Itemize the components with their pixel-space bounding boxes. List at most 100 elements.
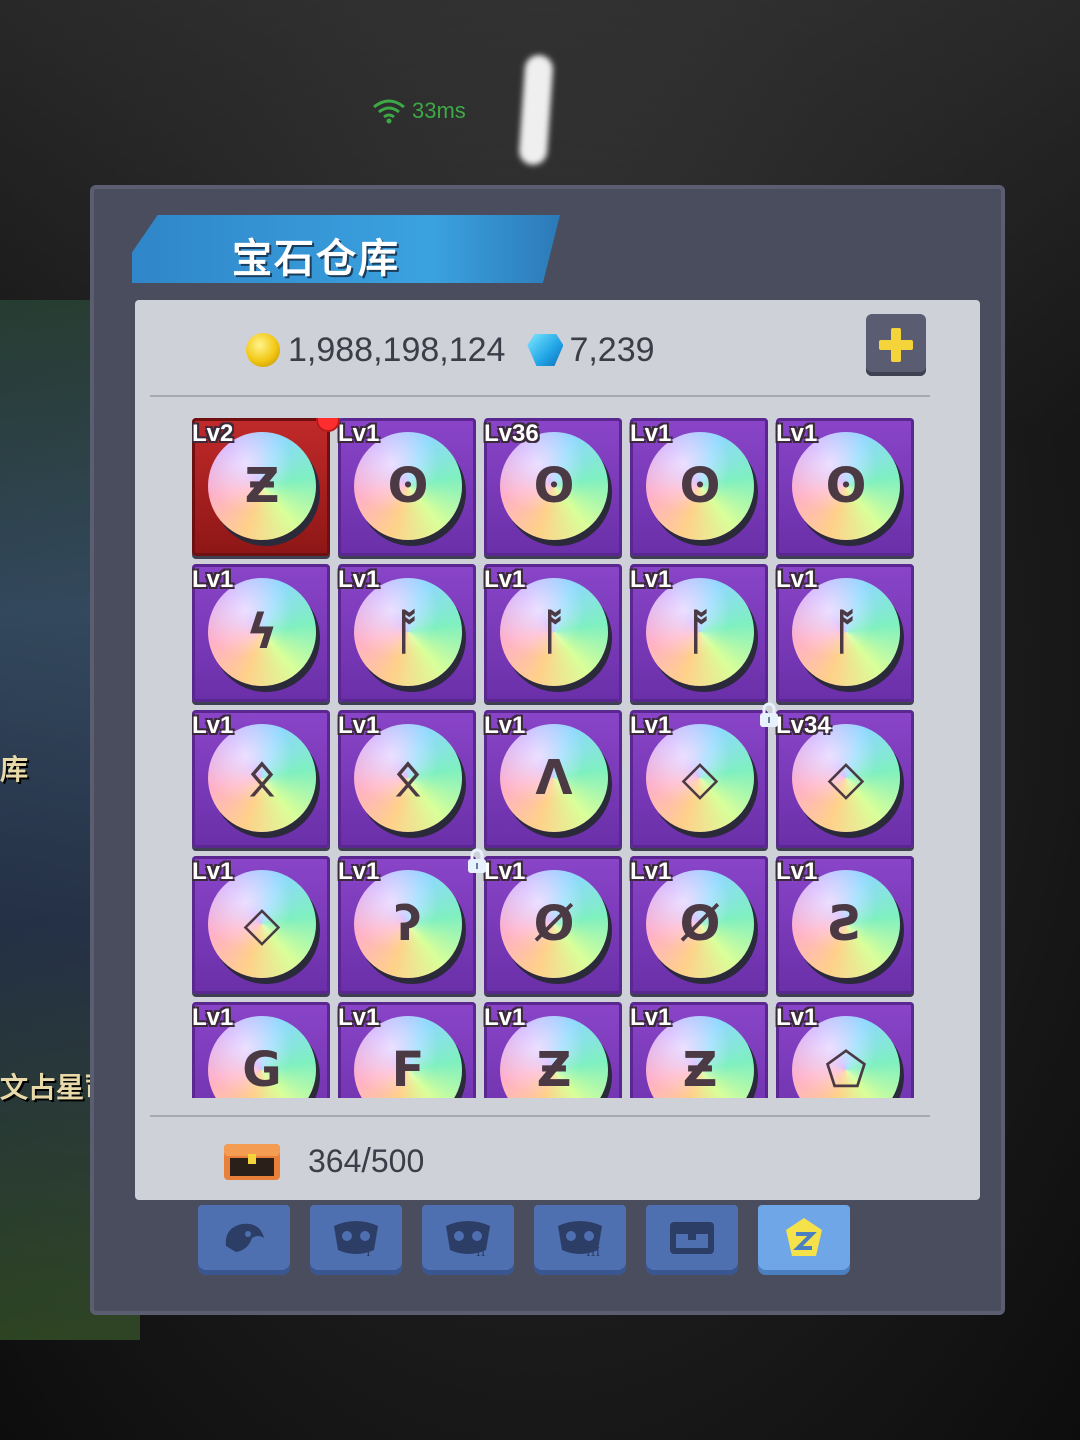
rune-glyph: F bbox=[391, 1042, 425, 1098]
rune-gem-icon: ʘ bbox=[500, 432, 608, 540]
gem-level: Lv1 bbox=[192, 566, 234, 593]
rune-glyph: Ø bbox=[679, 896, 721, 952]
gem-slot[interactable]: Ø Lv1 bbox=[630, 856, 768, 994]
gem-slot[interactable]: ᚩ Lv1 bbox=[776, 564, 914, 702]
rune-glyph: ʘ bbox=[533, 458, 575, 514]
rune-gem-icon: ᛟ bbox=[354, 724, 462, 832]
rune-gem-icon: ϟ bbox=[208, 578, 316, 686]
rune-gem-icon: ◇ bbox=[646, 724, 754, 832]
rune-glyph: Ø bbox=[533, 896, 575, 952]
window-title: 宝石仓库 bbox=[232, 237, 400, 281]
rune-glyph: Λ bbox=[535, 750, 573, 806]
gem-slot[interactable]: ⬠ Lv1 bbox=[776, 1002, 914, 1098]
wifi-icon bbox=[373, 99, 405, 124]
gem-slot[interactable]: ᛟ Lv1 bbox=[192, 710, 330, 848]
gem-slot[interactable]: ʘ Lv1 bbox=[338, 418, 476, 556]
gem-slot[interactable]: Ƶ Lv1 bbox=[484, 1002, 622, 1098]
rune-glyph: Ƨ bbox=[828, 896, 864, 952]
gem-slot[interactable]: F Lv1 bbox=[338, 1002, 476, 1098]
tab-rune-gem[interactable] bbox=[758, 1205, 850, 1275]
gem-level: Lv2 bbox=[192, 420, 234, 447]
gem-slot[interactable]: Ø Lv1 bbox=[484, 856, 622, 994]
gem-level: Lv1 bbox=[338, 1004, 380, 1031]
gem-slot[interactable]: ʔ Lv1 bbox=[338, 848, 486, 994]
gem-level: Lv1 bbox=[484, 712, 526, 739]
rune-glyph: Ƶ bbox=[244, 458, 280, 514]
gem-level: Lv34 bbox=[776, 712, 831, 739]
gem-slot[interactable]: ◇ Lv1 bbox=[192, 856, 330, 994]
capacity-used: 364 bbox=[308, 1142, 362, 1179]
ping-text: 33ms bbox=[412, 98, 466, 123]
capacity-separator: / bbox=[361, 1141, 371, 1180]
gem-slot[interactable]: Ƶ Lv1 bbox=[630, 1002, 768, 1098]
rune-gem-icon: Ø bbox=[500, 870, 608, 978]
rune-glyph: Ƶ bbox=[682, 1042, 718, 1098]
gem-level: Lv1 bbox=[338, 712, 380, 739]
rune-gem-icon: ᚩ bbox=[500, 578, 608, 686]
rune-glyph: ᛟ bbox=[247, 750, 277, 806]
gem-slot[interactable]: ʘ Lv1 bbox=[776, 418, 914, 556]
rune-gem-icon: Ø bbox=[646, 870, 754, 978]
gem-level: Lv1 bbox=[192, 712, 234, 739]
storage-capacity: 364/500 bbox=[222, 1140, 424, 1182]
rune-glyph: ᛟ bbox=[393, 750, 423, 806]
gem-slot[interactable]: ᚩ Lv1 bbox=[338, 564, 476, 702]
gem-level: Lv1 bbox=[338, 566, 380, 593]
background-building-label[interactable]: 库 bbox=[0, 748, 28, 788]
gem-slot[interactable]: Ƨ Lv1 bbox=[776, 856, 914, 994]
rune-gem-icon: Ƨ bbox=[792, 870, 900, 978]
gem-slot[interactable]: ᚩ Lv1 bbox=[630, 564, 768, 702]
rune-gem-icon: ᛟ bbox=[208, 724, 316, 832]
rune-glyph: ◇ bbox=[681, 750, 719, 806]
rune-glyph: ʘ bbox=[679, 458, 721, 514]
capacity-max: 500 bbox=[370, 1142, 425, 1179]
gem-slot[interactable]: Ƶ Lv2 bbox=[192, 418, 338, 556]
gem-slot[interactable]: ᛟ Lv1 bbox=[338, 710, 476, 848]
rune-gem-icon bbox=[778, 1216, 830, 1265]
svg-text:II: II bbox=[476, 1245, 486, 1259]
rune-glyph: ʘ bbox=[387, 458, 429, 514]
new-indicator-dot bbox=[318, 418, 338, 430]
gem-level: Lv1 bbox=[484, 858, 526, 885]
gem-level: Lv36 bbox=[484, 420, 539, 447]
rune-gem-icon: Λ bbox=[500, 724, 608, 832]
rune-glyph: Ƶ bbox=[536, 1042, 572, 1098]
rune-gem-icon: ʘ bbox=[646, 432, 754, 540]
tab-chest-tab[interactable] bbox=[646, 1205, 738, 1275]
gem-amount: 7,239 bbox=[569, 330, 655, 369]
rune-gem-icon: ʘ bbox=[354, 432, 462, 540]
gem-slot[interactable]: ◇ Lv34 bbox=[776, 710, 914, 848]
rune-gem-icon: ʘ bbox=[792, 432, 900, 540]
rune-glyph: ◇ bbox=[243, 896, 281, 952]
rune-gem-icon: ᚩ bbox=[646, 578, 754, 686]
gem-level: Lv1 bbox=[776, 566, 818, 593]
rune-glyph: ϟ bbox=[246, 604, 278, 660]
category-tab-bar: I II III bbox=[198, 1205, 850, 1275]
rune-glyph: ᚩ bbox=[393, 604, 423, 660]
gem-slot[interactable]: G Lv1 bbox=[192, 1002, 330, 1098]
rune-gem-icon: ʔ bbox=[354, 870, 462, 978]
tab-beast-head[interactable] bbox=[198, 1205, 290, 1275]
rune-gem-icon: Ƶ bbox=[208, 432, 316, 540]
gem-level: Lv1 bbox=[192, 858, 234, 885]
gem-level: Lv1 bbox=[630, 1004, 672, 1031]
gem-slot[interactable]: Λ Lv1 bbox=[484, 710, 622, 848]
rune-glyph: ʔ bbox=[394, 896, 422, 952]
gem-level: Lv1 bbox=[338, 420, 380, 447]
tab-mask-ii[interactable]: II bbox=[422, 1205, 514, 1275]
rune-gem-icon: ᚩ bbox=[354, 578, 462, 686]
gem-slot[interactable]: ᚩ Lv1 bbox=[484, 564, 622, 702]
add-capacity-button[interactable] bbox=[866, 314, 926, 376]
gem-slot[interactable]: ʘ Lv36 bbox=[484, 418, 622, 556]
gem-level: Lv1 bbox=[192, 1004, 234, 1031]
rune-glyph: ᚩ bbox=[831, 604, 861, 660]
capacity-text: 364/500 bbox=[308, 1142, 424, 1181]
mask-iii-icon: III bbox=[554, 1216, 606, 1265]
gem-level: Lv1 bbox=[630, 420, 672, 447]
gem-slot[interactable]: ʘ Lv1 bbox=[630, 418, 768, 556]
tab-mask-i[interactable]: I bbox=[310, 1205, 402, 1275]
mask-i-icon: I bbox=[330, 1216, 382, 1265]
gem-slot[interactable]: ϟ Lv1 bbox=[192, 564, 330, 702]
tab-mask-iii[interactable]: III bbox=[534, 1205, 626, 1275]
gem-slot[interactable]: ◇ Lv1 bbox=[630, 702, 778, 848]
